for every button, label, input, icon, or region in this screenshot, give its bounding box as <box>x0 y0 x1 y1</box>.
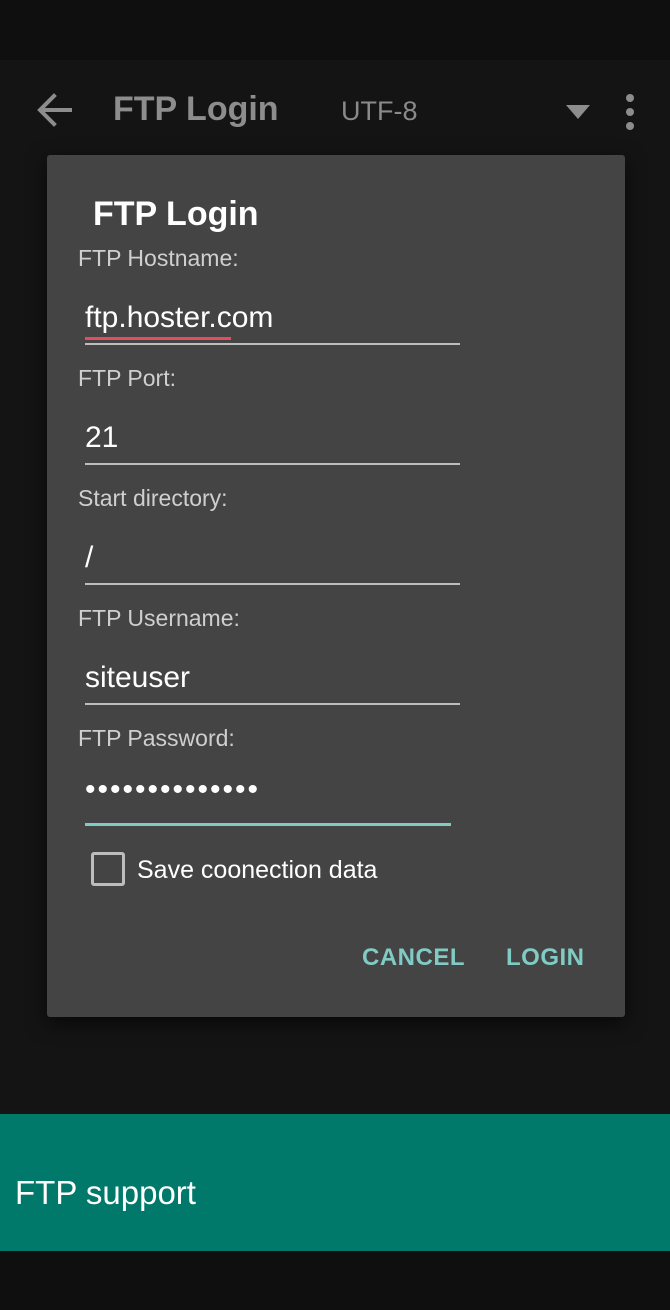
save-connection-label[interactable]: Save coonection data <box>137 856 377 885</box>
feature-banner: FTP support <box>0 1114 670 1251</box>
start-directory-label: Start directory: <box>78 485 228 511</box>
arrow-back-icon[interactable] <box>34 90 74 130</box>
port-input[interactable]: 21 <box>85 411 460 465</box>
bottom-bar <box>0 1251 670 1310</box>
start-directory-input[interactable]: / <box>85 531 460 585</box>
spellcheck-underline <box>85 337 231 340</box>
hostname-label: FTP Hostname: <box>78 245 239 271</box>
app-bar: FTP Login UTF-8 <box>0 60 670 164</box>
start-directory-value: / <box>85 541 94 574</box>
cancel-button[interactable]: CANCEL <box>362 944 465 972</box>
login-button[interactable]: LOGIN <box>506 944 585 972</box>
username-value: siteuser <box>85 661 191 694</box>
more-vert-icon[interactable] <box>620 94 640 130</box>
username-input[interactable]: siteuser <box>85 651 460 705</box>
save-connection-checkbox[interactable] <box>91 852 125 886</box>
password-value: •••••••••••••• <box>85 773 261 806</box>
dialog-title: FTP Login <box>93 195 259 233</box>
ftp-login-dialog: FTP Login FTP Hostname: ftp.hoster.com F… <box>47 155 625 1017</box>
app-bar-title: FTP Login <box>113 90 279 128</box>
hostname-value: ftp.hoster.com <box>85 301 274 334</box>
port-value: 21 <box>85 421 119 454</box>
dropdown-arrow-icon[interactable] <box>566 105 590 119</box>
username-label: FTP Username: <box>78 605 240 631</box>
banner-text: FTP support <box>15 1174 196 1211</box>
port-label: FTP Port: <box>78 365 176 391</box>
hostname-input[interactable]: ftp.hoster.com <box>85 291 460 345</box>
encoding-selector[interactable]: UTF-8 <box>341 96 418 127</box>
password-label: FTP Password: <box>78 725 235 751</box>
password-input[interactable]: •••••••••••••• <box>85 771 451 826</box>
